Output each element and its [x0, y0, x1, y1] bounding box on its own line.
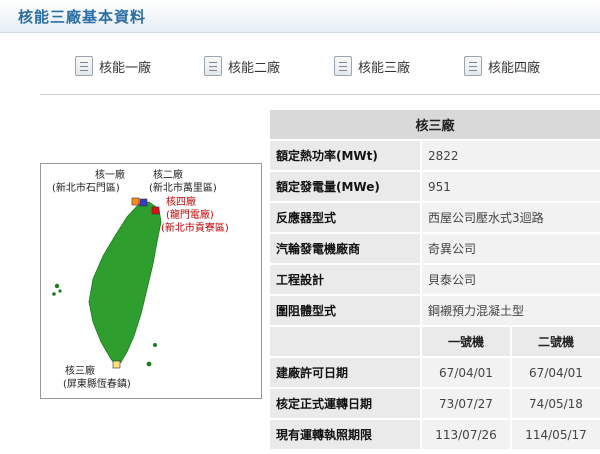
- unit-1-value: 67/04/01: [420, 356, 512, 389]
- unit-2-header: 二號機: [510, 325, 600, 358]
- plant-nav: 核能一廠 核能二廠 核能三廠 核能四廠: [0, 52, 600, 82]
- nav-item-plant1[interactable]: 核能一廠: [75, 52, 151, 80]
- table-row: 建廠許可日期 67/04/01 67/04/01: [268, 356, 600, 389]
- row-value: 951: [420, 170, 600, 203]
- plant1-marker: [131, 197, 140, 206]
- document-icon: [204, 56, 222, 76]
- plant1-label: 核一廠: [95, 170, 125, 181]
- nav-item-label: 核能三廠: [358, 60, 411, 76]
- table-row: 圍阻體型式 鋼襯預力混凝土型: [268, 294, 600, 327]
- nav-item-plant2[interactable]: 核能二廠: [204, 52, 280, 80]
- row-value: 鋼襯預力混凝土型: [420, 294, 600, 327]
- document-icon: [334, 56, 352, 76]
- row-key: 圍阻體型式: [268, 294, 422, 327]
- plant3-location: (屏東縣恆春鎮): [63, 379, 131, 390]
- plant1-location: (新北市石門區): [52, 183, 120, 194]
- taiwan-map: 核一廠 (新北市石門區) 核二廠 (新北市萬里區) 核四廠 (龍門電廠) (新北…: [40, 163, 262, 399]
- unit-header-row: 一號機 二號機: [268, 325, 600, 358]
- penghu-islet: [54, 283, 60, 289]
- plant4-marker: [151, 206, 160, 215]
- plant2-location: (新北市萬里區): [149, 183, 217, 194]
- page-title: 核能三廠基本資料: [18, 8, 147, 26]
- row-key: 工程設計: [268, 263, 422, 296]
- row-value: 2822: [420, 139, 600, 172]
- divider: [40, 94, 600, 95]
- penghu-islet: [52, 292, 56, 296]
- table-title: 核三廠: [268, 108, 600, 141]
- row-key: 現有運轉執照期限: [268, 418, 422, 451]
- table-row: 反應器型式 西屋公司壓水式3迴路: [268, 201, 600, 234]
- taiwan-island: [88, 201, 162, 368]
- table-header-row: 核三廠: [268, 108, 600, 141]
- row-key: 汽輪發電機廠商: [268, 232, 422, 265]
- unit-2-value: 74/05/18: [510, 387, 600, 420]
- row-value: 西屋公司壓水式3迴路: [420, 201, 600, 234]
- table-row: 核定正式運轉日期 73/07/27 74/05/18: [268, 387, 600, 420]
- document-icon: [464, 56, 482, 76]
- unit-1-header: 一號機: [420, 325, 512, 358]
- plant2-marker: [139, 198, 148, 207]
- title-bar: 核能三廠基本資料: [0, 0, 600, 33]
- row-key: 建廠許可日期: [268, 356, 422, 389]
- plant-info-table: 核三廠 額定熱功率(MWt) 2822 額定發電量(MWe) 951 反應器型式…: [268, 108, 600, 451]
- unit-2-value: 114/05/17: [510, 418, 600, 451]
- taiwan-map-graphic: [52, 197, 162, 369]
- row-value: 貝泰公司: [420, 263, 600, 296]
- plant2-label: 核二廠: [153, 170, 183, 181]
- nav-item-label: 核能四廠: [488, 60, 541, 76]
- table-row: 額定熱功率(MWt) 2822: [268, 139, 600, 172]
- nav-item-label: 核能一廠: [99, 60, 152, 76]
- table-row: 額定發電量(MWe) 951: [268, 170, 600, 203]
- table-row: 現有運轉執照期限 113/07/26 114/05/17: [268, 418, 600, 451]
- row-key: 額定發電量(MWe): [268, 170, 422, 203]
- unit-1-value: 113/07/26: [420, 418, 512, 451]
- row-key: 反應器型式: [268, 201, 422, 234]
- green-island: [153, 343, 157, 347]
- nav-item-plant3[interactable]: 核能三廠: [334, 52, 410, 80]
- table-row: 汽輪發電機廠商 奇異公司: [268, 232, 600, 265]
- unit-2-value: 67/04/01: [510, 356, 600, 389]
- row-key: 額定熱功率(MWt): [268, 139, 422, 172]
- unit-header-blank: [268, 325, 422, 358]
- orchid-island: [146, 361, 152, 367]
- plant4-alias: (龍門電廠): [166, 210, 214, 221]
- plant4-label: 核四廠: [166, 197, 196, 208]
- row-value: 奇異公司: [420, 232, 600, 265]
- document-icon: [75, 56, 93, 76]
- nav-item-label: 核能二廠: [228, 60, 281, 76]
- row-key: 核定正式運轉日期: [268, 387, 422, 420]
- plant3-label: 核三廠: [65, 366, 95, 377]
- penghu-islet: [58, 289, 62, 293]
- plant4-location: (新北市貢寮區): [161, 223, 229, 234]
- unit-1-value: 73/07/27: [420, 387, 512, 420]
- table-row: 工程設計 貝泰公司: [268, 263, 600, 296]
- nav-item-plant4[interactable]: 核能四廠: [464, 52, 540, 80]
- plant3-marker: [112, 360, 121, 369]
